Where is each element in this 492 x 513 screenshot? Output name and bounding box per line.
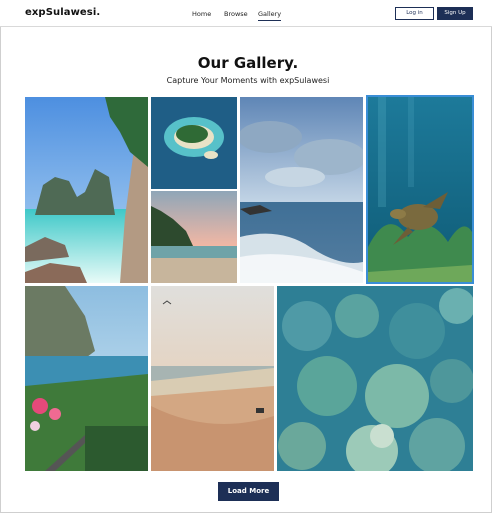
gallery-photo-coral-reef[interactable] <box>277 286 473 471</box>
load-more-button[interactable]: Load More <box>218 482 279 501</box>
signup-button[interactable]: Sign Up <box>437 7 473 20</box>
page-subtitle: Capture Your Moments with expSulawesi <box>166 76 330 85</box>
nav-home[interactable]: Home <box>192 10 211 18</box>
navbar: expSulawesi. Home Browse Gallery Log in … <box>0 0 492 27</box>
gallery-photo-cloudy-sea[interactable] <box>240 97 363 283</box>
nav-gallery[interactable]: Gallery <box>258 10 282 21</box>
gallery-photo-coastal-cliff[interactable] <box>25 286 148 471</box>
gallery-photo-cliff-beach[interactable] <box>25 97 148 283</box>
login-button[interactable]: Log in <box>395 7 434 20</box>
gallery-photo-island-aerial[interactable] <box>151 97 237 189</box>
gallery-photo-sea-turtle[interactable] <box>366 95 474 284</box>
nav-browse[interactable]: Browse <box>224 10 248 18</box>
gallery-photo-sandy-beach[interactable] <box>151 286 274 471</box>
logo[interactable]: expSulawesi. <box>25 7 100 18</box>
page-title: Our Gallery. <box>197 54 299 72</box>
gallery-photo-sunset-shore[interactable] <box>151 191 237 283</box>
